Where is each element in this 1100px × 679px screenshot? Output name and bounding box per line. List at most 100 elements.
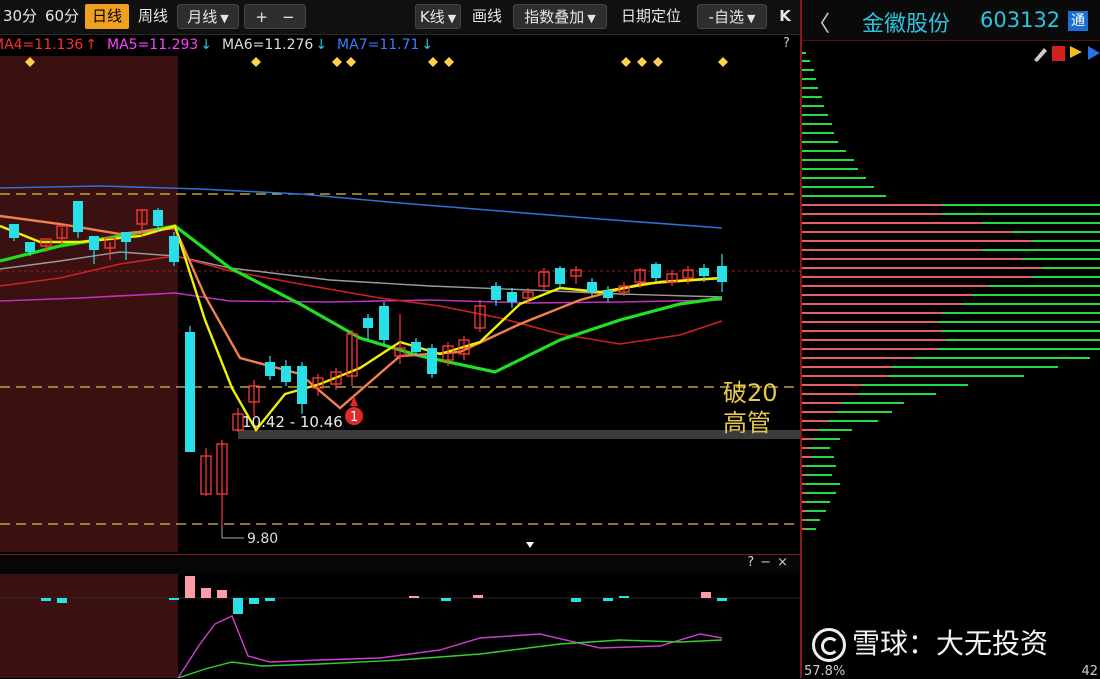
trend-arrow-icon: ↓: [315, 37, 328, 53]
profile-sell-bar: [802, 303, 962, 305]
profile-sell-bar: [802, 492, 806, 494]
event-marker: [637, 57, 647, 67]
indicator-bar: [619, 596, 629, 598]
candle-down: [507, 292, 517, 302]
candle-down: [265, 362, 275, 376]
chevron-down-icon: ▼: [587, 12, 596, 25]
profile-buy-bar: [892, 366, 1058, 368]
profile-sell-bar: [802, 474, 806, 476]
indicator-bar: [217, 590, 227, 598]
profile-buy-bar: [938, 348, 1100, 350]
profile-buy-bar: [802, 78, 816, 80]
ma-legend-item: MA4=11.136: [0, 37, 84, 53]
profile-buy-bar: [802, 87, 818, 89]
profile-percent-right: 42: [1081, 664, 1098, 679]
period-monthly-label: 月线: [187, 8, 218, 26]
profile-buy-bar: [862, 384, 968, 386]
profile-buy-bar: [802, 195, 886, 197]
period-monthly-dropdown[interactable]: 月线 ▼: [177, 4, 239, 29]
collapse-panel-button[interactable]: K: [774, 4, 796, 29]
profile-buy-bar: [972, 294, 1100, 296]
profile-buy-bar: [806, 474, 832, 476]
indicator-bar: [265, 598, 275, 601]
profile-sell-bar: [802, 321, 938, 323]
profile-buy-bar: [802, 52, 806, 54]
profile-buy-bar: [806, 465, 836, 467]
indicator-bar: [169, 598, 179, 600]
candlestick-chart[interactable]: 10.42 - 10.46 9.80 1: [0, 56, 800, 552]
profile-buy-bar: [802, 150, 846, 152]
profile-sell-bar: [802, 411, 836, 413]
zoom-buttons: + −: [244, 4, 306, 29]
annotation-line-1: 破20: [723, 379, 778, 407]
profile-sell-bar: [802, 384, 862, 386]
profile-sell-bar: [802, 330, 942, 332]
profile-buy-bar: [942, 204, 1100, 206]
ma-legend-item: MA7=11.71: [337, 37, 420, 53]
profile-sell-bar: [802, 312, 942, 314]
kline-type-dropdown[interactable]: K线 ▼: [415, 4, 461, 29]
profile-buy-bar: [828, 420, 878, 422]
event-marker: [428, 57, 438, 67]
profile-buy-bar: [802, 105, 824, 107]
right-panel: 〈 金徽股份 603132 通 雪球：大无投资 57.8% 42: [800, 0, 1100, 679]
zoom-out-button[interactable]: −: [282, 8, 295, 26]
profile-buy-bar: [814, 438, 840, 440]
back-icon[interactable]: 〈: [808, 6, 830, 38]
chart-annotation: 破20 高管: [723, 378, 800, 438]
indicator-chart[interactable]: [0, 574, 800, 678]
ma-legend-item: MA5=11.293: [107, 37, 199, 53]
profile-sell-bar: [802, 438, 814, 440]
trend-arrow-icon: ↓: [200, 37, 213, 53]
profile-buy-bar: [982, 249, 1100, 251]
profile-percent-left: 57.8%: [804, 664, 846, 679]
sub-help-icon[interactable]: ?: [747, 555, 760, 570]
watchlist-dropdown[interactable]: -自选 ▼: [697, 4, 767, 29]
profile-buy-bar: [942, 213, 1100, 215]
index-overlay-dropdown[interactable]: 指数叠加 ▼: [513, 4, 607, 29]
profile-buy-bar: [942, 330, 1100, 332]
profile-buy-bar: [806, 519, 820, 521]
stock-code: 603132: [980, 8, 1061, 32]
profile-buy-bar: [914, 357, 1090, 359]
profile-buy-bar: [888, 375, 1024, 377]
profile-sell-bar: [802, 294, 972, 296]
indicator-bar: [571, 598, 581, 602]
profile-buy-bar: [1032, 240, 1100, 242]
period-weekly[interactable]: 周线: [133, 4, 173, 29]
indicator-magenta-line: [177, 615, 723, 678]
profile-buy-bar: [802, 123, 832, 125]
profile-buy-bar: [982, 222, 1100, 224]
profile-buy-bar: [802, 69, 814, 71]
help-icon[interactable]: ?: [783, 36, 790, 51]
highlight-region: [0, 574, 178, 678]
profile-buy-bar: [842, 402, 904, 404]
profile-buy-bar: [806, 492, 836, 494]
connect-badge-icon[interactable]: 通: [1068, 11, 1088, 31]
candle-down: [587, 282, 597, 292]
indicator-bar: [701, 592, 711, 598]
draw-line-button[interactable]: 画线: [467, 4, 507, 29]
annotation-line-2: 高管: [723, 409, 771, 437]
indicator-bar: [603, 598, 613, 601]
candle-down: [89, 236, 99, 250]
period-30min[interactable]: 30分: [2, 4, 38, 29]
minimize-icon[interactable]: −: [760, 555, 777, 570]
profile-buy-bar: [942, 312, 1100, 314]
profile-buy-bar: [962, 303, 1100, 305]
profile-sell-bar: [802, 420, 828, 422]
period-60min[interactable]: 60分: [42, 4, 82, 29]
period-daily[interactable]: 日线: [85, 4, 129, 29]
xueqiu-logo: [812, 628, 846, 662]
watchlist-label: -自选: [708, 8, 744, 26]
close-icon[interactable]: ×: [777, 555, 794, 570]
indicator-bar: [57, 598, 67, 603]
date-locate-button[interactable]: 日期定位: [613, 4, 689, 29]
zoom-in-button[interactable]: +: [255, 8, 268, 26]
profile-sell-bar: [802, 258, 1022, 260]
profile-buy-bar: [802, 186, 874, 188]
sub-chart-header: ?−×: [0, 554, 800, 575]
profile-buy-bar: [1032, 276, 1100, 278]
watermark: 雪球：大无投资: [812, 622, 1048, 662]
chevron-down-icon: ▼: [220, 12, 229, 25]
